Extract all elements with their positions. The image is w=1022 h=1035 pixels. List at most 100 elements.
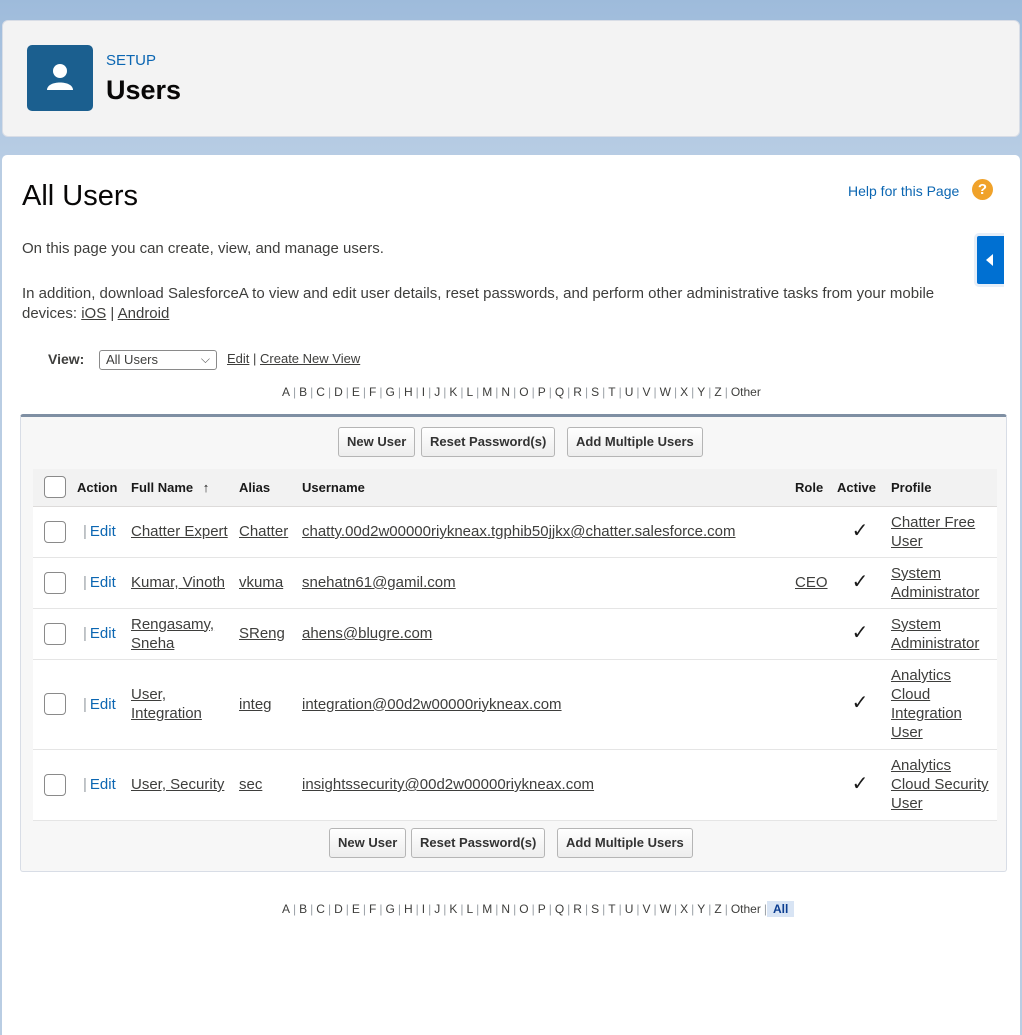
alphabet-letter-l[interactable]: L bbox=[463, 902, 476, 916]
alphabet-letter-e[interactable]: E bbox=[349, 902, 363, 916]
profile-link[interactable]: Chatter Free User bbox=[891, 514, 975, 550]
full-name-link[interactable]: Kumar, Vinoth bbox=[131, 574, 225, 591]
alphabet-letter-t[interactable]: T bbox=[605, 902, 618, 916]
row-checkbox[interactable] bbox=[44, 520, 66, 543]
username-link[interactable]: insightssecurity@00d2w00000riykneax.com bbox=[302, 776, 594, 793]
alphabet-letter-y[interactable]: Y bbox=[694, 902, 708, 916]
column-header-full-name[interactable]: Full Name ↑ bbox=[127, 469, 235, 507]
reset-password-button[interactable]: Reset Password(s) bbox=[421, 427, 556, 457]
view-select[interactable]: All Users ⌵ bbox=[99, 350, 217, 370]
full-name-link[interactable]: User, Security bbox=[131, 776, 224, 793]
profile-link[interactable]: Analytics Cloud Integration User bbox=[891, 667, 962, 741]
alphabet-letter-k[interactable]: K bbox=[446, 902, 460, 916]
alphabet-letter-g[interactable]: G bbox=[382, 902, 397, 916]
alphabet-letter-p[interactable]: P bbox=[535, 902, 549, 916]
help-icon[interactable]: ? bbox=[972, 179, 993, 200]
alphabet-letter-h[interactable]: H bbox=[401, 902, 416, 916]
android-link[interactable]: Android bbox=[118, 305, 170, 322]
alphabet-letter-j[interactable]: J bbox=[431, 902, 443, 916]
profile-link[interactable]: Analytics Cloud Security User bbox=[891, 757, 989, 812]
alphabet-letter-y[interactable]: Y bbox=[694, 385, 708, 399]
alphabet-letter-o[interactable]: O bbox=[516, 385, 531, 399]
new-user-button[interactable]: New User bbox=[338, 427, 416, 457]
edit-link[interactable]: Edit bbox=[90, 776, 116, 793]
alphabet-letter-x[interactable]: X bbox=[677, 902, 691, 916]
row-checkbox[interactable] bbox=[44, 773, 66, 796]
alphabet-letter-q[interactable]: Q bbox=[552, 902, 567, 916]
row-checkbox[interactable] bbox=[44, 571, 66, 594]
column-header-username[interactable]: Username bbox=[298, 469, 791, 507]
username-link[interactable]: ahens@blugre.com bbox=[302, 625, 432, 642]
alphabet-letter-b[interactable]: B bbox=[296, 385, 310, 399]
alphabet-letter-a[interactable]: A bbox=[279, 902, 293, 916]
create-new-view-link[interactable]: Create New View bbox=[260, 351, 360, 366]
alphabet-letter-r[interactable]: R bbox=[570, 902, 585, 916]
alphabet-letter-d[interactable]: D bbox=[331, 385, 346, 399]
alias-link[interactable]: SReng bbox=[239, 625, 285, 642]
username-link[interactable]: integration@00d2w00000riykneax.com bbox=[302, 696, 562, 713]
alphabet-letter-f[interactable]: F bbox=[366, 385, 379, 399]
alphabet-letter-r[interactable]: R bbox=[570, 385, 585, 399]
alphabet-letter-x[interactable]: X bbox=[677, 385, 691, 399]
alphabet-letter-i[interactable]: I bbox=[419, 385, 428, 399]
alphabet-letter-b[interactable]: B bbox=[296, 902, 310, 916]
select-all-checkbox[interactable] bbox=[44, 476, 66, 499]
column-header-alias[interactable]: Alias bbox=[235, 469, 298, 507]
alphabet-letter-u[interactable]: U bbox=[622, 385, 637, 399]
alphabet-letter-all[interactable]: All bbox=[766, 901, 795, 917]
alphabet-letter-k[interactable]: K bbox=[446, 385, 460, 399]
alphabet-letter-i[interactable]: I bbox=[419, 902, 428, 916]
reset-password-button-bottom[interactable]: Reset Password(s) bbox=[411, 828, 546, 858]
alphabet-letter-l[interactable]: L bbox=[463, 385, 476, 399]
full-name-link[interactable]: Rengasamy, Sneha bbox=[131, 616, 214, 652]
alphabet-letter-e[interactable]: E bbox=[349, 385, 363, 399]
alias-link[interactable]: integ bbox=[239, 696, 272, 713]
alphabet-letter-w[interactable]: W bbox=[657, 902, 674, 916]
alphabet-letter-w[interactable]: W bbox=[657, 385, 674, 399]
role-link[interactable]: CEO bbox=[795, 574, 828, 591]
edit-link[interactable]: Edit bbox=[90, 696, 116, 713]
side-panel-toggle[interactable] bbox=[974, 233, 1004, 287]
alphabet-letter-o[interactable]: O bbox=[516, 902, 531, 916]
alias-link[interactable]: vkuma bbox=[239, 574, 283, 591]
column-header-profile[interactable]: Profile bbox=[887, 469, 997, 507]
alphabet-letter-a[interactable]: A bbox=[279, 385, 293, 399]
profile-link[interactable]: System Administrator bbox=[891, 565, 979, 601]
alphabet-letter-u[interactable]: U bbox=[622, 902, 637, 916]
alphabet-letter-t[interactable]: T bbox=[605, 385, 618, 399]
edit-view-link[interactable]: Edit bbox=[227, 351, 249, 366]
alphabet-letter-n[interactable]: N bbox=[498, 385, 513, 399]
profile-link[interactable]: System Administrator bbox=[891, 616, 979, 652]
alphabet-letter-m[interactable]: M bbox=[479, 385, 495, 399]
full-name-link[interactable]: Chatter Expert bbox=[131, 523, 228, 540]
alias-link[interactable]: sec bbox=[239, 776, 262, 793]
alphabet-letter-n[interactable]: N bbox=[498, 902, 513, 916]
row-checkbox[interactable] bbox=[44, 693, 66, 715]
edit-link[interactable]: Edit bbox=[90, 625, 116, 642]
full-name-link[interactable]: User, Integration bbox=[131, 686, 202, 722]
alphabet-letter-z[interactable]: Z bbox=[711, 385, 724, 399]
column-header-role[interactable]: Role bbox=[791, 469, 833, 507]
alphabet-letter-v[interactable]: V bbox=[640, 385, 654, 399]
alphabet-letter-c[interactable]: C bbox=[313, 385, 328, 399]
alphabet-letter-c[interactable]: C bbox=[313, 902, 328, 916]
edit-link[interactable]: Edit bbox=[90, 523, 116, 540]
column-header-active[interactable]: Active bbox=[833, 469, 887, 507]
alphabet-letter-v[interactable]: V bbox=[640, 902, 654, 916]
alphabet-letter-q[interactable]: Q bbox=[552, 385, 567, 399]
alphabet-letter-s[interactable]: S bbox=[588, 902, 602, 916]
alphabet-letter-g[interactable]: G bbox=[382, 385, 397, 399]
alphabet-letter-m[interactable]: M bbox=[479, 902, 495, 916]
alphabet-letter-z[interactable]: Z bbox=[711, 902, 724, 916]
alphabet-letter-other[interactable]: Other bbox=[728, 902, 764, 916]
alphabet-letter-d[interactable]: D bbox=[331, 902, 346, 916]
row-checkbox[interactable] bbox=[44, 622, 66, 645]
alias-link[interactable]: Chatter bbox=[239, 523, 288, 540]
new-user-button-bottom[interactable]: New User bbox=[329, 828, 407, 858]
alphabet-letter-h[interactable]: H bbox=[401, 385, 416, 399]
alphabet-letter-f[interactable]: F bbox=[366, 902, 379, 916]
alphabet-letter-s[interactable]: S bbox=[588, 385, 602, 399]
ios-link[interactable]: iOS bbox=[81, 305, 106, 322]
alphabet-letter-p[interactable]: P bbox=[535, 385, 549, 399]
add-multiple-users-button[interactable]: Add Multiple Users bbox=[567, 427, 703, 457]
